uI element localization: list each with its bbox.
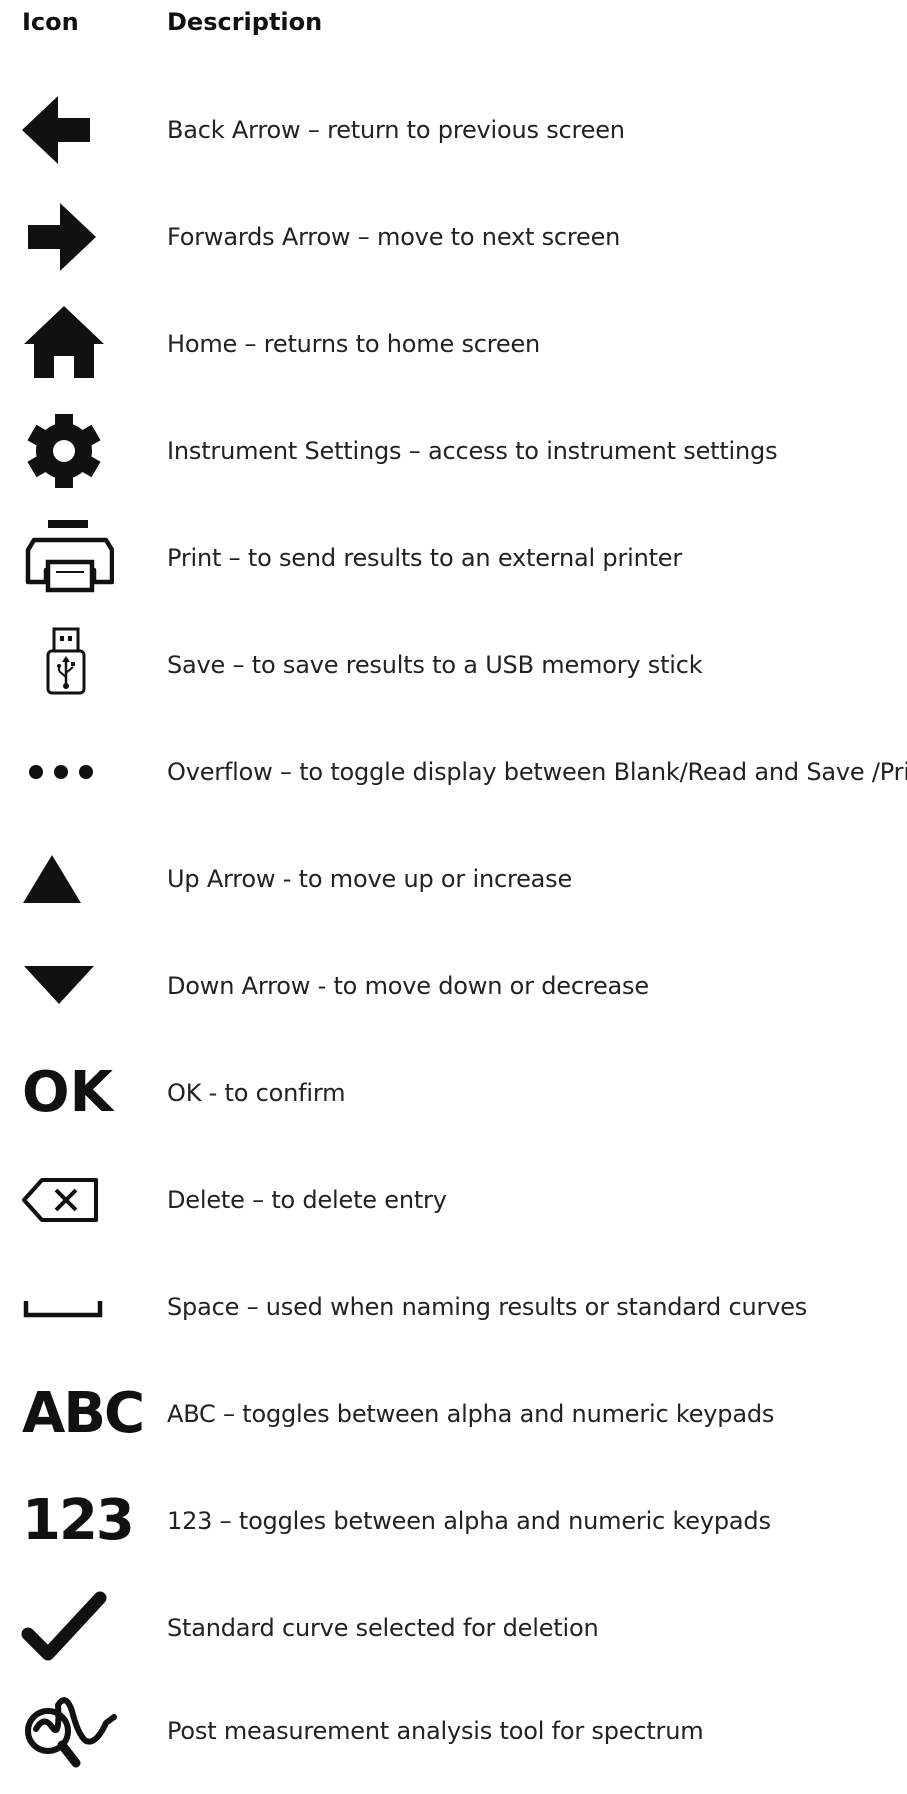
- list-item: Home – returns to home screen: [0, 296, 907, 392]
- list-item: ABC ABC – toggles between alpha and nume…: [0, 1366, 907, 1462]
- row-description: Save – to save results to a USB memory s…: [167, 651, 703, 679]
- overflow-dots-icon: [14, 724, 154, 820]
- delete-backspace-icon: [14, 1152, 154, 1248]
- printer-icon: [14, 510, 154, 606]
- row-description: Home – returns to home screen: [167, 330, 541, 358]
- list-item: 123 123 – toggles between alpha and nume…: [0, 1473, 907, 1569]
- numeric-123-text-icon: 123: [22, 1488, 135, 1553]
- row-description: Overflow – to toggle display between Bla…: [167, 758, 907, 786]
- list-item: Save – to save results to a USB memory s…: [0, 617, 907, 713]
- forwards-arrow-icon: [14, 189, 154, 285]
- spectrum-analysis-magnifier-icon: [14, 1683, 154, 1779]
- list-item: OK OK - to confirm: [0, 1045, 907, 1141]
- back-arrow-icon: [14, 82, 154, 178]
- icon-column-header: Icon: [22, 8, 79, 36]
- list-item: Forwards Arrow – move to next screen: [0, 189, 907, 285]
- abc-text-icon: ABC: [22, 1381, 145, 1446]
- checkmark-icon: [14, 1580, 154, 1676]
- gear-icon: [14, 403, 154, 499]
- row-description: Up Arrow - to move up or increase: [167, 865, 573, 893]
- list-item: Space – used when naming results or stan…: [0, 1259, 907, 1355]
- row-description: Delete – to delete entry: [167, 1186, 447, 1214]
- list-item: Post measurement analysis tool for spect…: [0, 1683, 907, 1779]
- list-item: Print – to send results to an external p…: [0, 510, 907, 606]
- row-description: Back Arrow – return to previous screen: [167, 116, 625, 144]
- row-description: Forwards Arrow – move to next screen: [167, 223, 621, 251]
- space-bar-icon: [14, 1259, 154, 1355]
- row-description: Down Arrow - to move down or decrease: [167, 972, 649, 1000]
- ok-text-icon: OK: [22, 1060, 113, 1125]
- list-item: Delete – to delete entry: [0, 1152, 907, 1248]
- usb-stick-icon: [14, 617, 154, 713]
- row-description: ABC – toggles between alpha and numeric …: [167, 1400, 775, 1428]
- list-item: Standard curve selected for deletion: [0, 1580, 907, 1676]
- list-item: Up Arrow - to move up or increase: [0, 831, 907, 927]
- home-icon: [14, 296, 154, 392]
- list-item: Overflow – to toggle display between Bla…: [0, 724, 907, 820]
- down-triangle-icon: [14, 938, 154, 1034]
- row-description: OK - to confirm: [167, 1079, 346, 1107]
- description-column-header: Description: [167, 8, 323, 36]
- row-description: Post measurement analysis tool for spect…: [167, 1717, 704, 1745]
- row-description: Standard curve selected for deletion: [167, 1614, 599, 1642]
- row-description: 123 – toggles between alpha and numeric …: [167, 1507, 771, 1535]
- row-description: Space – used when naming results or stan…: [167, 1293, 808, 1321]
- row-description: Instrument Settings – access to instrume…: [167, 437, 778, 465]
- list-item: Down Arrow - to move down or decrease: [0, 938, 907, 1034]
- row-description: Print – to send results to an external p…: [167, 544, 683, 572]
- list-item: Instrument Settings – access to instrume…: [0, 403, 907, 499]
- list-item: Back Arrow – return to previous screen: [0, 82, 907, 178]
- up-triangle-icon: [14, 831, 154, 927]
